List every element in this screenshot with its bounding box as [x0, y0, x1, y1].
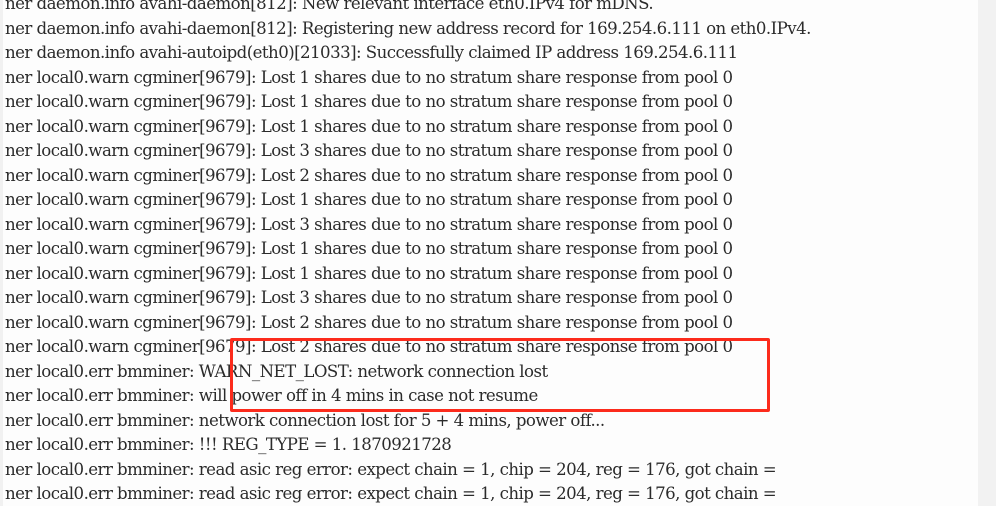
log-line: ner local0.err bmminer: will power off i… [5, 386, 538, 405]
log-line: ner local0.err bmminer: read asic reg er… [5, 459, 777, 479]
log-line: ner local0.warn cgminer[9679]: Lost 1 sh… [5, 92, 733, 111]
syslog-viewer-window: ner daemon.info avahi-daemon[812]: New r… [0, 0, 996, 506]
log-line: ner local0.warn cgminer[9679]: Lost 1 sh… [5, 116, 733, 136]
log-line: ner local0.warn cgminer[9679]: Lost 3 sh… [5, 288, 733, 307]
vertical-scrollbar[interactable] [978, 0, 996, 506]
log-output-area[interactable]: ner daemon.info avahi-daemon[812]: New r… [0, 0, 996, 506]
log-line: ner local0.err bmminer: WARN_NET_LOST: n… [5, 361, 548, 381]
log-line: ner daemon.info avahi-daemon[812]: New r… [5, 0, 654, 13]
log-line: ner local0.warn cgminer[9679]: Lost 1 sh… [5, 190, 733, 209]
log-line: ner local0.warn cgminer[9679]: Lost 3 sh… [5, 214, 733, 234]
log-line: ner local0.warn cgminer[9679]: Lost 2 sh… [5, 337, 733, 356]
log-line: ner local0.err bmminer: read asic reg er… [5, 484, 777, 503]
log-line: ner local0.warn cgminer[9679]: Lost 1 sh… [5, 263, 733, 283]
log-line: ner daemon.info avahi-autoipd(eth0)[2103… [5, 43, 738, 62]
log-line: ner local0.warn cgminer[9679]: Lost 3 sh… [5, 141, 733, 160]
log-line: ner local0.err bmminer: network connecti… [5, 410, 605, 430]
log-line: ner local0.warn cgminer[9679]: Lost 2 sh… [5, 312, 733, 332]
log-line: ner local0.warn cgminer[9679]: Lost 1 sh… [5, 67, 733, 87]
log-line: ner local0.warn cgminer[9679]: Lost 2 sh… [5, 165, 733, 185]
log-line: ner local0.err bmminer: !!! REG_TYPE = 1… [5, 435, 452, 454]
log-line: ner local0.warn cgminer[9679]: Lost 1 sh… [5, 239, 733, 258]
log-line: ner daemon.info avahi-daemon[812]: Regis… [5, 18, 811, 38]
